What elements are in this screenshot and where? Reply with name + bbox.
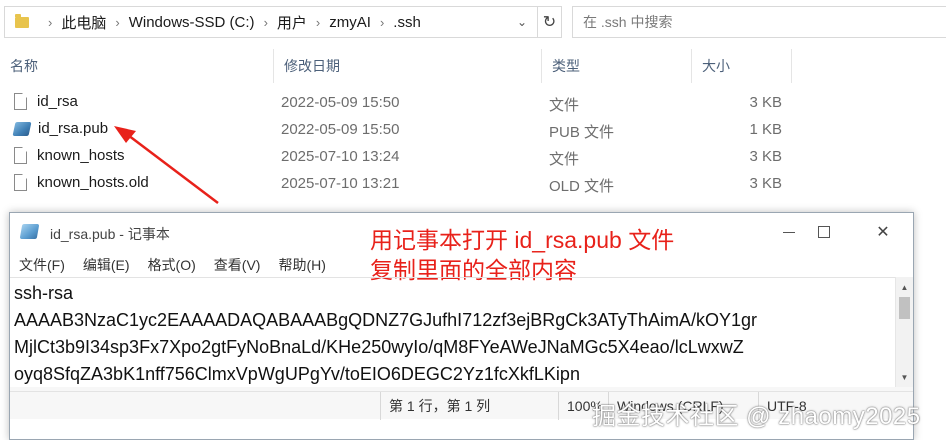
content-line: MjlCt3b9I34sp3Fx7Xpo2gtFyNoBnaLd/KHe250w…: [14, 337, 744, 357]
maximize-button[interactable]: [801, 219, 847, 245]
file-type: 文件: [549, 97, 580, 114]
minimize-icon: [783, 231, 795, 233]
file-row-known-hosts-old[interactable]: known_hosts.old 2025-07-10 13:21 OLD 文件 …: [0, 170, 946, 197]
column-header-name[interactable]: 名称: [0, 49, 274, 83]
menu-help[interactable]: 帮助(H): [269, 253, 334, 277]
breadcrumb-item-drive[interactable]: Windows-SSD (C:): [129, 14, 255, 31]
folder-icon: [15, 13, 29, 28]
file-date: 2022-05-09 15:50: [281, 94, 400, 111]
content-line: AAAAB3NzaC1yc2EAAAADAQABAAABgQDNZ7GJufhI…: [14, 310, 757, 330]
notepad-icon: [19, 224, 40, 239]
vertical-scrollbar[interactable]: ▲ ▼: [895, 277, 913, 387]
column-header-size[interactable]: 大小: [692, 49, 792, 83]
close-icon: ✕: [876, 224, 890, 241]
breadcrumb-item-this-pc[interactable]: 此电脑: [61, 12, 106, 33]
document-icon: [14, 174, 27, 191]
file-size: 3 KB: [749, 94, 782, 111]
annotation-text: 用记事本打开 id_rsa.pub 文件 复制里面的全部内容: [370, 225, 674, 285]
address-bar[interactable]: › 此电脑 › Windows-SSD (C:) › 用户 › zmyAI › …: [4, 6, 538, 38]
breadcrumb-item-ssh[interactable]: .ssh: [393, 14, 421, 31]
file-row-id-rsa[interactable]: id_rsa 2022-05-09 15:50 文件 3 KB: [0, 89, 946, 116]
file-type: PUB 文件: [549, 124, 615, 141]
breadcrumb-separator-icon: ›: [115, 14, 120, 30]
document-icon: [14, 93, 27, 110]
file-row-id-rsa-pub[interactable]: id_rsa.pub 2022-05-09 15:50 PUB 文件 1 KB: [0, 116, 946, 143]
watermark: 掘金技术社区 @ zhaomy2025: [592, 403, 921, 430]
close-button[interactable]: ✕: [860, 219, 906, 245]
column-header-date[interactable]: 修改日期: [274, 49, 542, 83]
menu-bar: 文件(F) 编辑(E) 格式(O) 查看(V) 帮助(H): [10, 253, 335, 277]
refresh-button[interactable]: ↻: [538, 6, 562, 38]
breadcrumb-separator-icon: ›: [315, 14, 321, 30]
menu-file[interactable]: 文件(F): [10, 253, 74, 277]
file-name: id_rsa.pub: [38, 120, 109, 137]
address-bar-row: › 此电脑 › Windows-SSD (C:) › 用户 › zmyAI › …: [0, 0, 946, 46]
file-size: 1 KB: [749, 121, 782, 138]
file-type: OLD 文件: [549, 178, 615, 195]
breadcrumb-item-users[interactable]: 用户: [277, 12, 307, 33]
annotation-line-1: 用记事本打开 id_rsa.pub 文件: [370, 227, 675, 253]
scrollbar-thumb[interactable]: [899, 297, 910, 319]
file-name: known_hosts.old: [37, 174, 149, 191]
maximize-icon: [818, 226, 830, 238]
menu-view[interactable]: 查看(V): [205, 253, 270, 277]
file-name: id_rsa: [37, 93, 78, 110]
file-list-header: 名称 修改日期 类型 大小: [0, 49, 946, 83]
scroll-up-icon[interactable]: ▲: [896, 279, 913, 295]
file-date: 2022-05-09 15:50: [281, 121, 400, 138]
file-date: 2025-07-10 13:21: [281, 175, 400, 192]
content-line: ssh-rsa: [14, 283, 74, 303]
cursor-position: 第 1 行，第 1 列: [380, 392, 558, 420]
menu-edit[interactable]: 编辑(E): [74, 253, 139, 277]
pub-file-icon: [12, 121, 32, 136]
content-line: oyq8SfqZA3bK1nff756ClmxVpWgUPgYv/toEIO6D…: [14, 364, 580, 384]
document-icon: [14, 147, 27, 164]
breadcrumb-separator-icon: ›: [379, 14, 385, 30]
search-placeholder: 在 .ssh 中搜索: [583, 14, 673, 30]
menu-format[interactable]: 格式(O): [139, 253, 205, 277]
scroll-down-icon[interactable]: ▼: [896, 369, 913, 385]
chevron-down-icon[interactable]: ⌄: [517, 15, 527, 29]
breadcrumb-item-user[interactable]: zmyAI: [329, 14, 371, 31]
text-editor-area[interactable]: ssh-rsa AAAAB3NzaC1yc2EAAAADAQABAAABgQDN…: [10, 277, 913, 387]
refresh-icon: ↻: [542, 14, 557, 31]
file-name: known_hosts: [37, 147, 125, 164]
search-input[interactable]: 在 .ssh 中搜索: [572, 6, 946, 38]
breadcrumb-separator-icon: ›: [48, 14, 53, 30]
file-date: 2025-07-10 13:24: [281, 148, 400, 165]
file-type: 文件: [549, 151, 580, 168]
notepad-title-bar[interactable]: id_rsa.pub - 记事本 用记事本打开 id_rsa.pub 文件 复制…: [10, 213, 913, 283]
file-row-known-hosts[interactable]: known_hosts 2025-07-10 13:24 文件 3 KB: [0, 143, 946, 170]
window-title: id_rsa.pub - 记事本: [50, 226, 170, 242]
breadcrumb-separator-icon: ›: [263, 14, 268, 30]
column-header-type[interactable]: 类型: [542, 49, 692, 83]
file-size: 3 KB: [749, 148, 782, 165]
file-size: 3 KB: [749, 175, 782, 192]
